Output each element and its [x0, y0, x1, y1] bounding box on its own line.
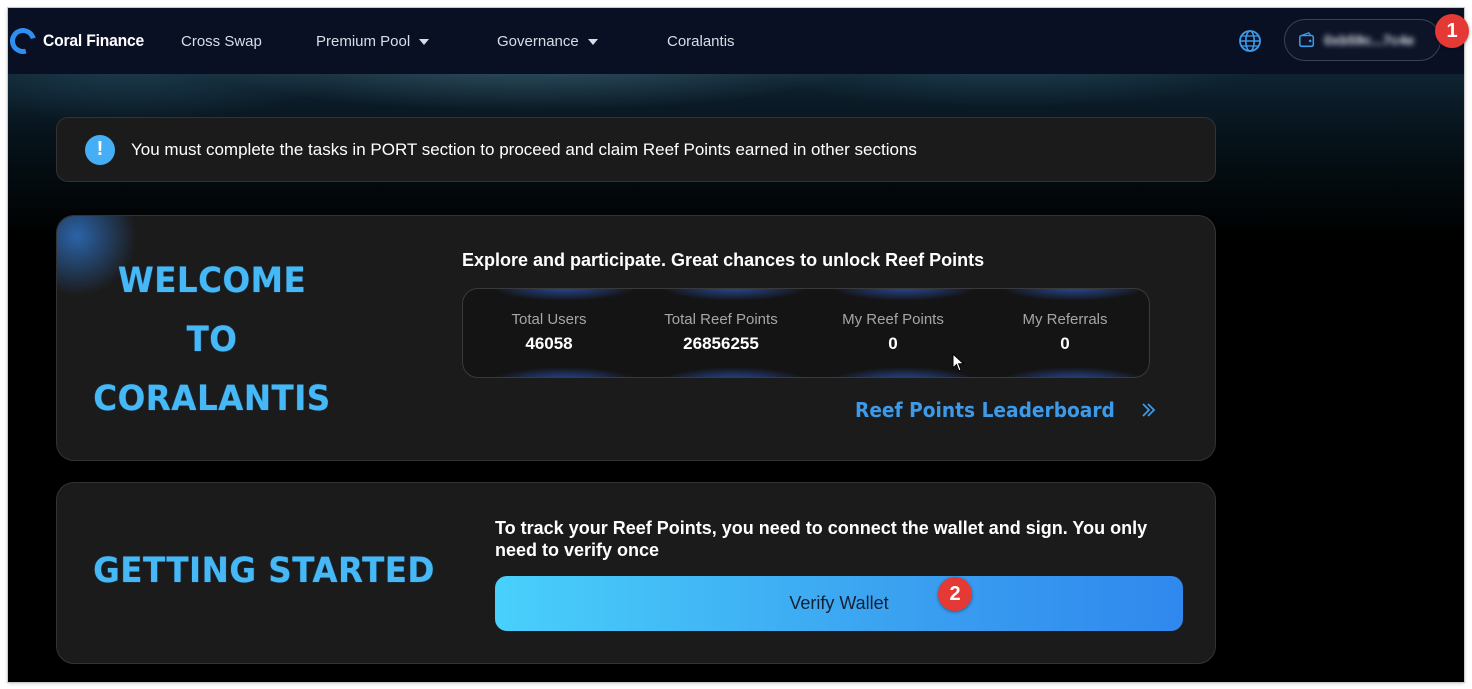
info-icon: ! [85, 134, 115, 165]
nav-premium-pool[interactable]: Premium Pool [316, 8, 430, 74]
verify-wallet-button[interactable]: Verify Wallet [495, 576, 1183, 631]
welcome-subtitle: Explore and participate. Great chances t… [462, 250, 985, 270]
caret-down-icon [587, 39, 598, 45]
getting-started-card: GETTING STARTED To track your Reef Point… [56, 482, 1216, 664]
caret-down-icon [419, 39, 430, 45]
welcome-card: WELCOME TO CORALANTIS Explore and partic… [56, 215, 1216, 461]
brand-logo[interactable]: Coral Finance [8, 23, 153, 59]
nav-governance[interactable]: Governance [497, 8, 598, 74]
nav-cross-swap[interactable]: Cross Swap [181, 8, 262, 74]
stat-label: My Referrals [1022, 311, 1108, 328]
annotation-marker-1: 1 [1435, 14, 1469, 48]
brand-name: Coral Finance [43, 31, 145, 50]
wallet-address: 0xb59c...7c4e [1324, 32, 1415, 48]
getting-started-title: GETTING STARTED [93, 551, 435, 591]
welcome-title-line-1: WELCOME [117, 261, 307, 301]
welcome-title-line-2: TO [186, 320, 238, 360]
nav-item-label: Coralantis [667, 32, 735, 50]
stat-label: My Reef Points [842, 311, 944, 328]
stat-value: 0 [888, 334, 898, 353]
stat-my-referrals: My Referrals 0 [979, 311, 1149, 354]
wallet-icon [1299, 31, 1315, 48]
nav-item-label: Cross Swap [181, 32, 262, 50]
notice-text: You must complete the tasks in PORT sect… [131, 139, 917, 159]
notice-banner: ! You must complete the tasks in PORT se… [56, 117, 1216, 182]
top-navbar: Coral Finance Cross Swap Premium Pool Go… [8, 8, 1464, 74]
stat-value: 0 [1060, 334, 1070, 353]
stat-value: 26856255 [683, 334, 759, 353]
globe-icon[interactable] [1238, 29, 1262, 53]
wallet-button[interactable]: 0xb59c...7c4e [1284, 19, 1441, 61]
annotation-marker-2: 2 [938, 577, 972, 611]
stat-label: Total Users [511, 311, 587, 328]
stat-total-reef-points: Total Reef Points 26856255 [635, 311, 807, 354]
getting-started-text: To track your Reef Points, you need to c… [495, 518, 1148, 560]
stat-label: Total Reef Points [664, 311, 778, 328]
leaderboard-link[interactable]: Reef Points Leaderboard [855, 398, 1158, 422]
nav-item-label: Premium Pool [316, 32, 411, 50]
stats-panel: Total Users 46058 Total Reef Points 2685… [462, 288, 1150, 378]
double-chevron-right-icon [1142, 403, 1156, 417]
nav-coralantis[interactable]: Coralantis [667, 8, 735, 74]
stat-total-users: Total Users 46058 [463, 311, 635, 354]
coral-logo-icon [8, 23, 41, 59]
welcome-title-line-3: CORALANTIS [93, 379, 331, 419]
app-frame: Coral Finance Cross Swap Premium Pool Go… [8, 8, 1464, 682]
mouse-cursor-icon [952, 353, 965, 372]
nav-item-label: Governance [497, 32, 579, 50]
leaderboard-label: Reef Points Leaderboard [855, 398, 1115, 422]
stat-my-reef-points: My Reef Points 0 [807, 311, 979, 354]
stat-value: 46058 [525, 334, 573, 353]
